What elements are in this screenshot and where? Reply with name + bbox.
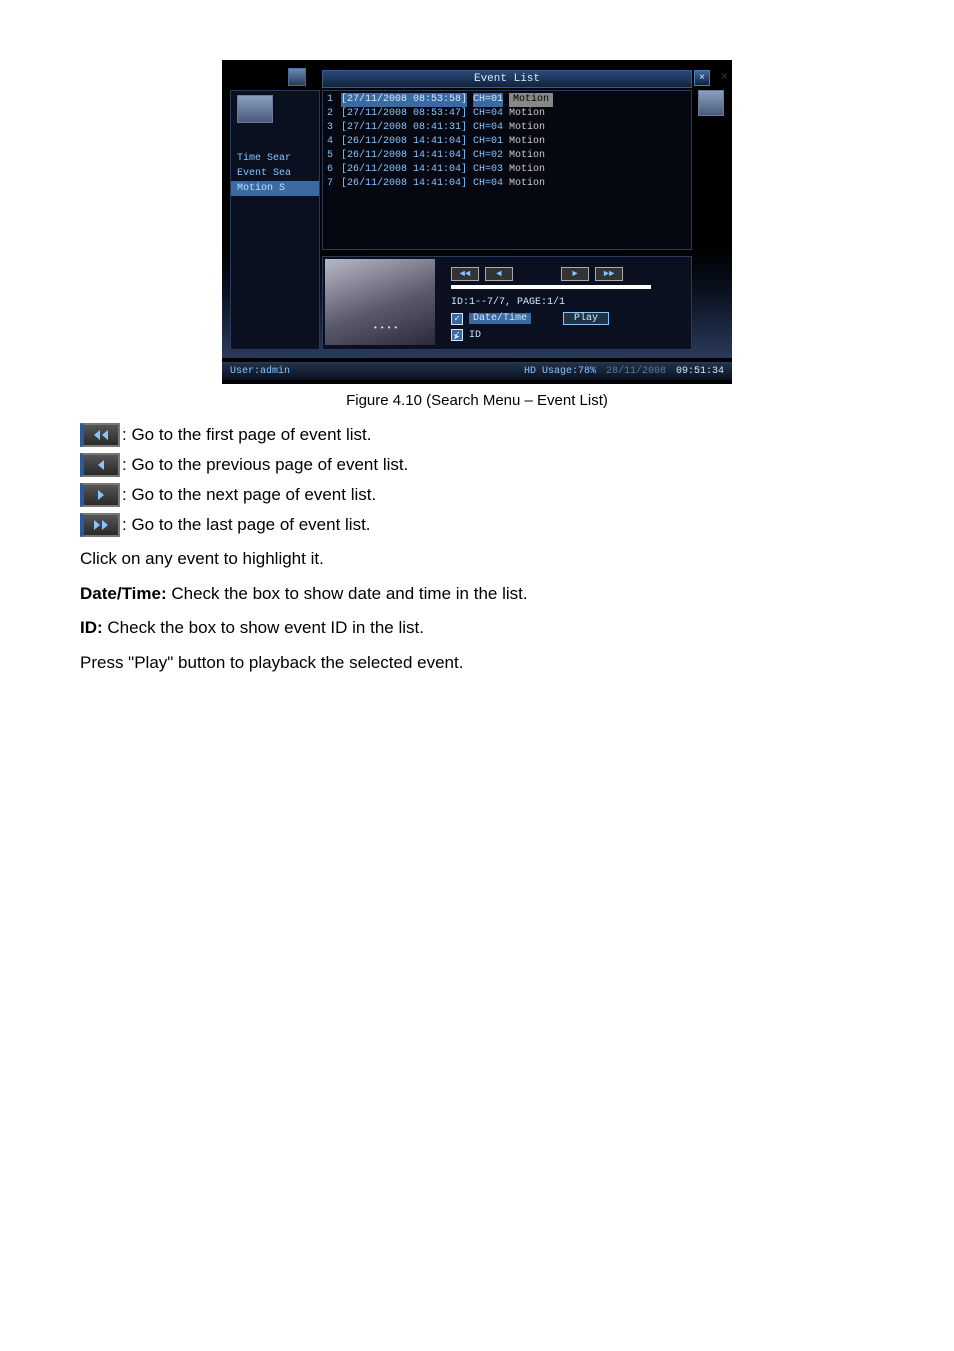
id-page-label: ID:1--7/7, PAGE:1/1 bbox=[451, 297, 681, 308]
para-datetime: Date/Time: Check the box to show date an… bbox=[80, 582, 874, 607]
event-type: Motion bbox=[509, 177, 545, 191]
next-page-button[interactable]: ► bbox=[561, 267, 589, 281]
event-row[interactable]: 7 [26/11/2008 14:41:04] CH=04 Motion bbox=[327, 177, 687, 191]
event-datetime: [27/11/2008 08:53:47] bbox=[341, 107, 467, 121]
outer-close-icon: × bbox=[721, 70, 728, 84]
para-play: Press "Play" button to playback the sele… bbox=[80, 651, 874, 676]
titlebar-text: Event List bbox=[474, 73, 540, 85]
datetime-checkbox[interactable]: ✓ bbox=[451, 313, 463, 325]
para-id: ID: Check the box to show event ID in th… bbox=[80, 616, 874, 641]
label-datetime: Date/Time: bbox=[80, 584, 167, 603]
event-channel: CH=04 bbox=[473, 107, 503, 121]
event-channel: CH=03 bbox=[473, 163, 503, 177]
desc-last-page: : Go to the last page of event list. bbox=[80, 513, 874, 537]
event-datetime: [27/11/2008 08:41:31] bbox=[341, 121, 467, 135]
event-id: 6 bbox=[327, 163, 335, 177]
status-hd-usage: HD Usage:78% bbox=[524, 366, 596, 377]
event-channel: CH=01 bbox=[473, 135, 503, 149]
event-type: Motion bbox=[509, 163, 545, 177]
close-icon[interactable]: × bbox=[694, 70, 710, 86]
event-channel: CH=02 bbox=[473, 149, 503, 163]
first-page-icon bbox=[80, 423, 120, 447]
sidebar: Time Sear Event Sea Motion S bbox=[230, 90, 320, 350]
event-id: 5 bbox=[327, 149, 335, 163]
event-list-panel: 1 [27/11/2008 08:53:58] CH=01 Motion 2 [… bbox=[322, 90, 692, 250]
event-row[interactable]: 3 [27/11/2008 08:41:31] CH=04 Motion bbox=[327, 121, 687, 135]
prev-page-button[interactable]: ◄ bbox=[485, 267, 513, 281]
page-slider[interactable] bbox=[451, 285, 651, 289]
preview-thumbnail: •••• bbox=[325, 259, 435, 345]
sidebar-item-motion-search[interactable]: Motion S bbox=[231, 181, 319, 196]
lower-controls: •••• ◄◄ ◄ ► ►► ID:1--7/7, PAGE:1/1 ✓ Dat… bbox=[322, 256, 692, 350]
desc-first-page: : Go to the first page of event list. bbox=[80, 423, 874, 447]
last-page-icon bbox=[80, 513, 120, 537]
thumbnail-dots: •••• bbox=[373, 324, 400, 333]
event-row[interactable]: 2 [27/11/2008 08:53:47] CH=04 Motion bbox=[327, 107, 687, 121]
next-page-icon bbox=[80, 483, 120, 507]
id-label: ID bbox=[469, 330, 481, 341]
event-row[interactable]: 4 [26/11/2008 14:41:04] CH=01 Motion bbox=[327, 135, 687, 149]
cursor-icon: ➤ bbox=[453, 330, 460, 345]
datetime-label: Date/Time bbox=[469, 313, 531, 324]
event-id: 2 bbox=[327, 107, 335, 121]
status-user: User:admin bbox=[230, 366, 290, 377]
event-datetime: [26/11/2008 14:41:04] bbox=[341, 163, 467, 177]
event-channel: CH=04 bbox=[473, 177, 503, 191]
event-datetime: [27/11/2008 08:53:58] bbox=[341, 93, 467, 107]
event-type: Motion bbox=[509, 107, 545, 121]
event-id: 1 bbox=[327, 93, 335, 107]
event-type: Motion bbox=[509, 93, 553, 107]
last-page-button[interactable]: ►► bbox=[595, 267, 623, 281]
dvr-screenshot: Event List × × Time Sear Event Sea Motio… bbox=[222, 60, 732, 384]
status-bar: User:admin HD Usage:78% 28/11/2008 09:51… bbox=[222, 362, 732, 380]
label-id: ID: bbox=[80, 618, 103, 637]
mouse-icon[interactable] bbox=[698, 90, 724, 116]
para-highlight: Click on any event to highlight it. bbox=[80, 547, 874, 572]
event-type: Motion bbox=[509, 135, 545, 149]
event-datetime: [26/11/2008 14:41:04] bbox=[341, 135, 467, 149]
event-datetime: [26/11/2008 14:41:04] bbox=[341, 177, 467, 191]
multiview-icon[interactable] bbox=[237, 95, 273, 123]
desc-next-page: : Go to the next page of event list. bbox=[80, 483, 874, 507]
desc-prev-page: : Go to the previous page of event list. bbox=[80, 453, 874, 477]
event-id: 7 bbox=[327, 177, 335, 191]
event-channel: CH=01 bbox=[473, 93, 503, 107]
sidebar-item-time-search[interactable]: Time Sear bbox=[231, 151, 319, 166]
event-row[interactable]: 5 [26/11/2008 14:41:04] CH=02 Motion bbox=[327, 149, 687, 163]
event-id: 4 bbox=[327, 135, 335, 149]
prev-page-icon bbox=[80, 453, 120, 477]
first-page-button[interactable]: ◄◄ bbox=[451, 267, 479, 281]
event-row[interactable]: 6 [26/11/2008 14:41:04] CH=03 Motion bbox=[327, 163, 687, 177]
sidebar-top-right-icon[interactable] bbox=[288, 68, 306, 86]
event-type: Motion bbox=[509, 121, 545, 135]
figure-caption: Figure 4.10 (Search Menu – Event List) bbox=[80, 392, 874, 409]
sidebar-item-event-search[interactable]: Event Sea bbox=[231, 166, 319, 181]
event-channel: CH=04 bbox=[473, 121, 503, 135]
status-time: 09:51:34 bbox=[676, 366, 724, 377]
play-button[interactable]: Play bbox=[563, 312, 609, 325]
status-date: 28/11/2008 bbox=[606, 366, 666, 377]
event-type: Motion bbox=[509, 149, 545, 163]
event-datetime: [26/11/2008 14:41:04] bbox=[341, 149, 467, 163]
event-row[interactable]: 1 [27/11/2008 08:53:58] CH=01 Motion bbox=[327, 93, 687, 107]
event-list-titlebar: Event List bbox=[322, 70, 692, 88]
event-id: 3 bbox=[327, 121, 335, 135]
